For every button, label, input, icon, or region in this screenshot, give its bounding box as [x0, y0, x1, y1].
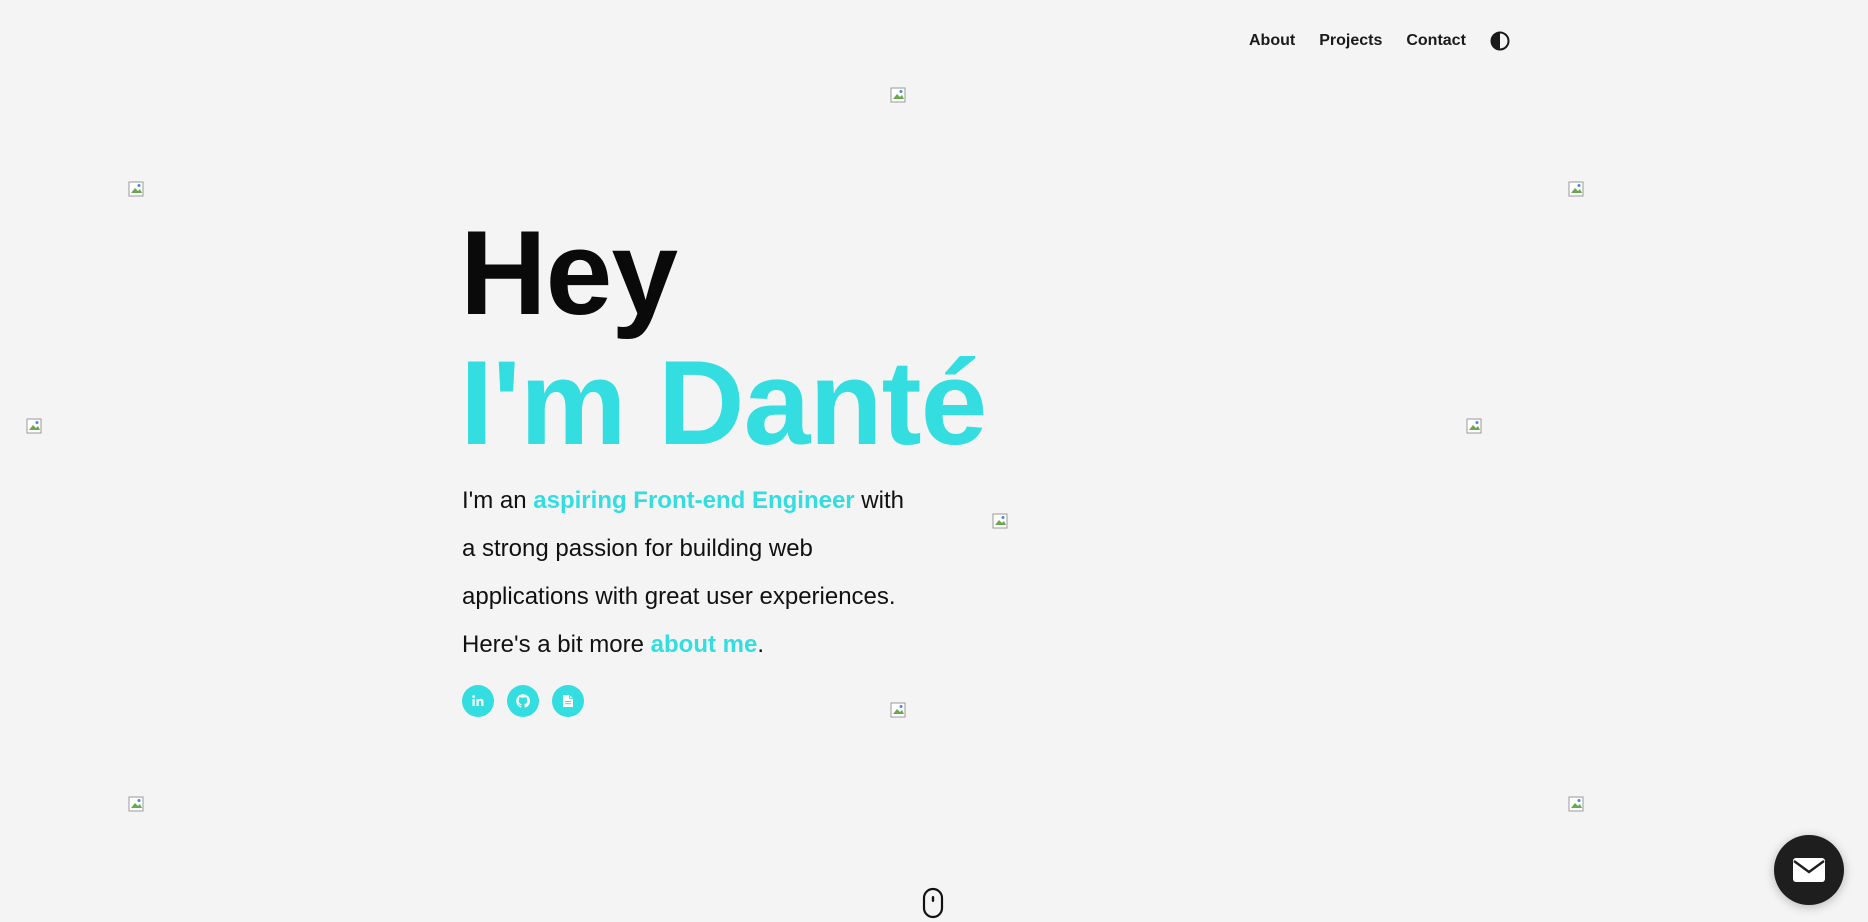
- page: About Projects Contact Hey I'm Danté I'm…: [0, 0, 1868, 922]
- broken-image-icon: [1568, 181, 1584, 197]
- nav-projects-link[interactable]: Projects: [1319, 31, 1382, 51]
- broken-image-icon: [26, 418, 42, 434]
- envelope-icon[interactable]: [1774, 835, 1844, 905]
- broken-image-icon: [1466, 418, 1482, 434]
- hero-name: I'm Danté: [460, 336, 987, 470]
- broken-image-icon: [1568, 796, 1584, 812]
- top-nav: About Projects Contact: [1249, 31, 1510, 51]
- social-links: [462, 685, 584, 717]
- hero-greeting: Hey: [460, 206, 678, 340]
- broken-image-icon: [890, 702, 906, 718]
- broken-image-icon: [128, 796, 144, 812]
- intro-role: aspiring Front-end Engineer: [533, 487, 855, 514]
- linkedin-icon[interactable]: [462, 685, 494, 717]
- mouse-scroll-icon[interactable]: [922, 887, 944, 922]
- broken-image-icon: [128, 181, 144, 197]
- github-icon[interactable]: [507, 685, 539, 717]
- about-me-link[interactable]: about me: [651, 631, 758, 658]
- nav-contact-link[interactable]: Contact: [1406, 31, 1466, 51]
- intro-paragraph: I'm an aspiring Front-end Engineer with …: [462, 477, 922, 669]
- nav-about-link[interactable]: About: [1249, 31, 1295, 51]
- resume-icon[interactable]: [552, 685, 584, 717]
- broken-image-icon: [992, 513, 1008, 529]
- contrast-icon[interactable]: [1490, 31, 1510, 51]
- intro-suffix: .: [757, 631, 765, 658]
- intro-prefix: I'm an: [462, 487, 534, 514]
- broken-image-icon: [890, 87, 906, 103]
